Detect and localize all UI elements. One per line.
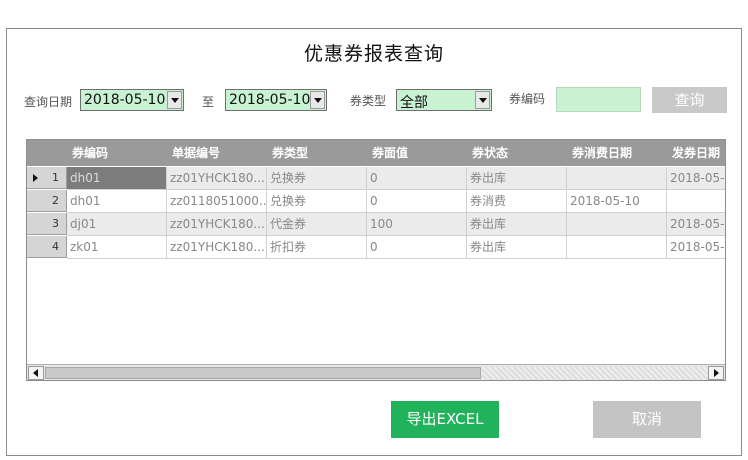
date-to-dropdown-button[interactable] — [310, 91, 325, 109]
cell-status[interactable]: 券出库 — [467, 213, 567, 236]
coupon-type-dropdown-button[interactable] — [475, 91, 490, 109]
coupon-type-value: 全部 — [400, 95, 428, 111]
cell-status[interactable]: 券消费 — [467, 190, 567, 213]
col-header-type[interactable]: 券类型 — [272, 140, 308, 166]
row-header[interactable]: 2 — [27, 190, 67, 212]
col-header-consume-date[interactable]: 券消费日期 — [572, 140, 632, 166]
col-header-status[interactable]: 券状态 — [472, 140, 508, 166]
to-label: 至 — [202, 95, 215, 109]
col-header-code[interactable]: 券编码 — [72, 140, 108, 166]
date-to-value: 2018-05-10 — [229, 92, 311, 108]
code-label: 券编码 — [509, 92, 546, 106]
cell-issue-date[interactable]: 2018-05-1 — [667, 167, 725, 190]
table-row[interactable]: 4 zk01 zz01YHCK180... 折扣券 0 券出库 2018-05-… — [27, 236, 725, 259]
chevron-down-icon — [171, 98, 179, 103]
cell-consume-date[interactable] — [567, 213, 667, 236]
grid-header: 券编码 单据编号 券类型 券面值 券状态 券消费日期 发券日期 — [27, 140, 725, 166]
dialog-title: 优惠券报表查询 — [303, 43, 444, 65]
row-number: 1 — [52, 171, 59, 184]
cell-consume-date[interactable] — [567, 167, 667, 190]
cell-type[interactable]: 代金券 — [267, 213, 367, 236]
date-from-value: 2018-05-10 — [84, 92, 166, 108]
cell-status[interactable]: 券出库 — [467, 167, 567, 190]
cell-consume-date[interactable] — [567, 236, 667, 259]
cell-code[interactable]: dj01 — [67, 213, 167, 236]
cell-status[interactable]: 券出库 — [467, 236, 567, 259]
cell-type[interactable]: 兑换券 — [267, 167, 367, 190]
table-row[interactable]: 1 dh01 zz01YHCK180... 兑换券 0 券出库 2018-05-… — [27, 167, 725, 190]
table-row[interactable]: 2 dh01 zz0118051000... 兑换券 0 券消费 2018-05… — [27, 190, 725, 213]
cell-type[interactable]: 折扣券 — [267, 236, 367, 259]
col-header-doc-no[interactable]: 单据编号 — [172, 140, 220, 166]
chevron-down-icon — [479, 98, 487, 103]
cell-issue-date[interactable]: 2018-05-1 — [667, 236, 725, 259]
query-button[interactable]: 查询 — [652, 87, 727, 113]
cell-type[interactable]: 兑换券 — [267, 190, 367, 213]
coupon-code-input[interactable] — [556, 87, 641, 112]
date-from-dropdown-button[interactable] — [167, 91, 182, 109]
cell-face-value[interactable]: 0 — [367, 236, 467, 259]
horizontal-scrollbar[interactable] — [27, 364, 725, 380]
cancel-button[interactable]: 取消 — [593, 401, 701, 438]
scroll-right-button[interactable] — [708, 366, 724, 380]
cell-code[interactable]: zk01 — [67, 236, 167, 259]
scrollbar-track[interactable] — [482, 367, 707, 379]
scrollbar-thumb[interactable] — [45, 367, 481, 379]
export-excel-button[interactable]: 导出EXCEL — [391, 401, 499, 438]
type-label: 券类型 — [350, 94, 387, 108]
col-header-issue-date[interactable]: 发券日期 — [672, 140, 720, 166]
cell-issue-date[interactable]: 2018-05-1 — [667, 213, 725, 236]
cell-face-value[interactable]: 0 — [367, 167, 467, 190]
chevron-down-icon — [314, 98, 322, 103]
coupon-type-select[interactable]: 全部 — [396, 89, 492, 111]
date-to-picker[interactable]: 2018-05-10 — [225, 89, 327, 111]
row-number: 4 — [52, 240, 59, 253]
row-number: 2 — [52, 194, 59, 207]
cell-doc-no[interactable]: zz0118051000... — [167, 190, 267, 213]
arrow-right-icon — [714, 369, 719, 377]
date-label: 查询日期 — [24, 95, 73, 109]
row-header[interactable]: 4 — [27, 236, 67, 258]
cell-doc-no[interactable]: zz01YHCK180... — [167, 167, 267, 190]
cell-issue-date[interactable] — [667, 190, 725, 213]
cell-face-value[interactable]: 0 — [367, 190, 467, 213]
cell-doc-no[interactable]: zz01YHCK180... — [167, 236, 267, 259]
row-header[interactable]: 1 — [27, 167, 67, 189]
arrow-left-icon — [33, 369, 38, 377]
row-header[interactable]: 3 — [27, 213, 67, 235]
cell-code[interactable]: dh01 — [67, 190, 167, 213]
cell-consume-date[interactable]: 2018-05-10 — [567, 190, 667, 213]
current-row-icon — [33, 174, 38, 182]
cell-code[interactable]: dh01 — [67, 167, 167, 190]
date-from-picker[interactable]: 2018-05-10 — [80, 89, 184, 111]
row-number: 3 — [52, 217, 59, 230]
scroll-left-button[interactable] — [28, 366, 44, 380]
coupon-report-dialog: 优惠券报表查询 查询日期 2018-05-10 至 2018-05-10 券类型… — [6, 28, 742, 456]
cell-face-value[interactable]: 100 — [367, 213, 467, 236]
coupon-report-grid: 券编码 单据编号 券类型 券面值 券状态 券消费日期 发券日期 1 dh01 z… — [26, 139, 726, 381]
cell-doc-no[interactable]: zz01YHCK180... — [167, 213, 267, 236]
col-header-face-value[interactable]: 券面值 — [372, 140, 408, 166]
table-row[interactable]: 3 dj01 zz01YHCK180... 代金券 100 券出库 2018-0… — [27, 213, 725, 236]
